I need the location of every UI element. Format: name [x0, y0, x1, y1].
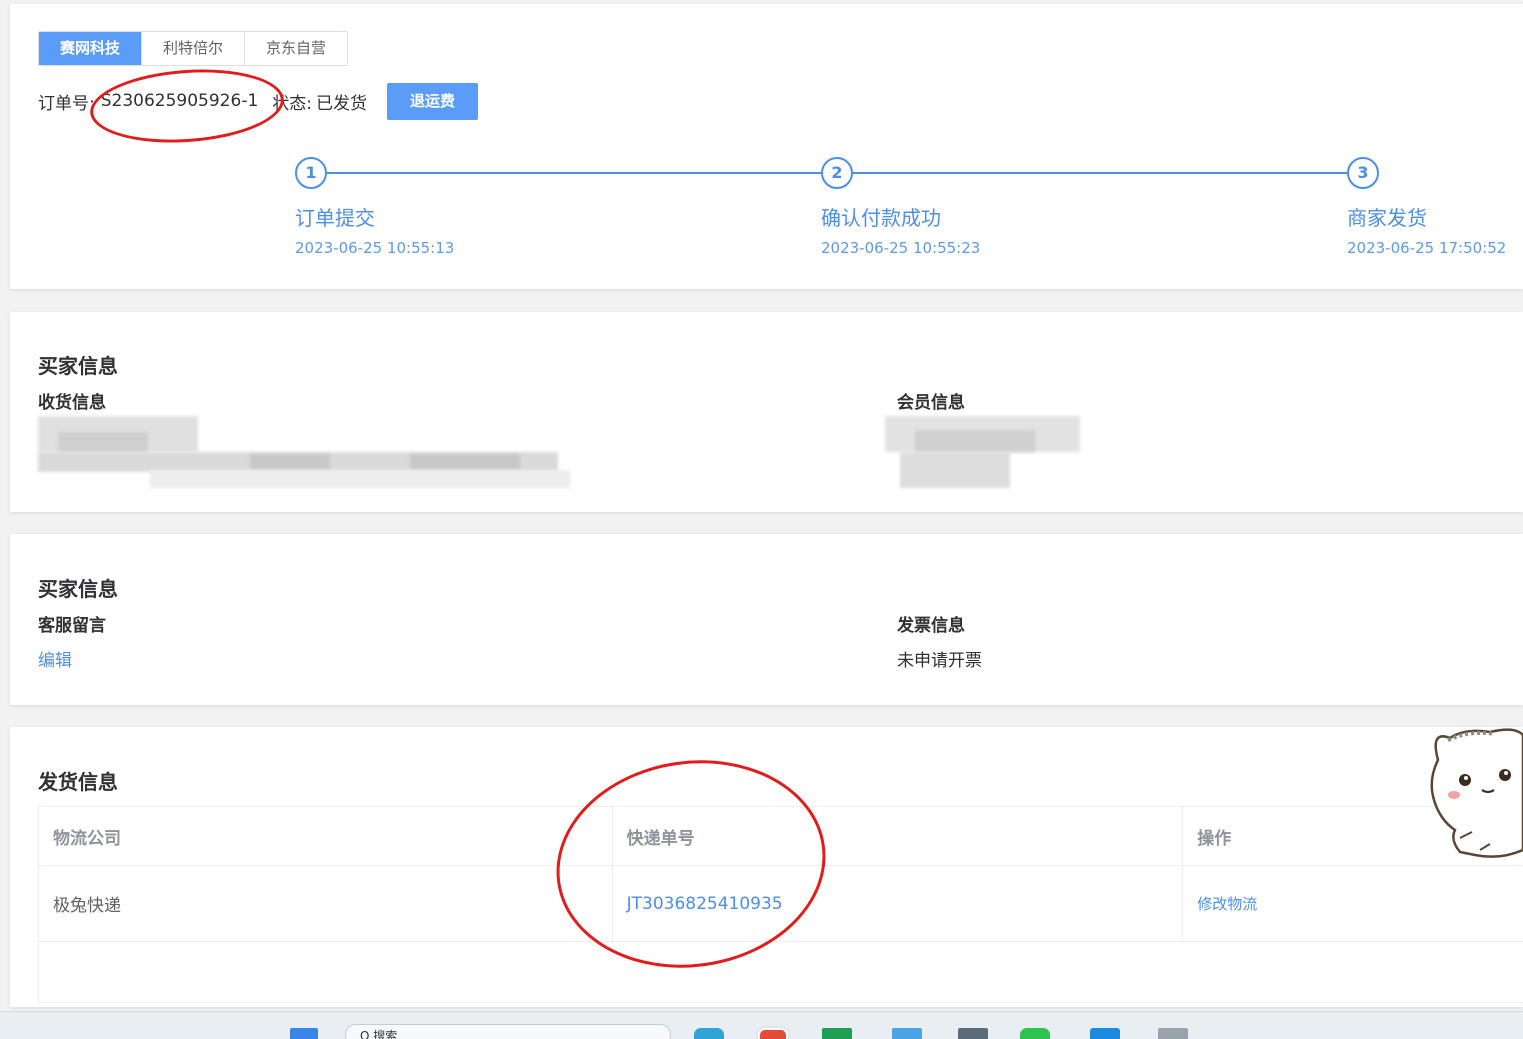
step-connector-1: [327, 172, 822, 174]
windows-taskbar: Q 搜索: [0, 1011, 1523, 1039]
receive-info-label: 收货信息: [38, 393, 106, 413]
invoice-info-value: 未申请开票: [897, 651, 982, 671]
column-header-tracking: 快递单号: [613, 807, 1184, 865]
tracking-number-link[interactable]: JT3036825410935: [613, 866, 1184, 941]
chrome-browser-icon[interactable]: [758, 1028, 788, 1039]
step-2-title: 确认付款成功: [821, 206, 941, 230]
order-summary-card: 赛网科技 利特倍尔 京东自营 订单号: S230625905926-1 状态: …: [10, 4, 1523, 289]
column-header-company: 物流公司: [39, 807, 613, 865]
buyer-info-card: 买家信息 收货信息 会员信息: [10, 312, 1523, 512]
service-info-card: 买家信息 客服留言 编辑 发票信息 未申请开票: [10, 534, 1523, 705]
status-label: 状态:: [272, 93, 313, 114]
edge-browser-icon[interactable]: [694, 1028, 724, 1039]
refund-shipping-button[interactable]: 退运费: [387, 82, 479, 120]
service-note-edit-link[interactable]: 编辑: [38, 646, 72, 671]
step-2-time: 2023-06-25 10:55:23: [821, 239, 981, 257]
table-empty-area: [39, 942, 1523, 1002]
buyer-info-title: 买家信息: [38, 354, 118, 378]
modify-logistics-link[interactable]: 修改物流: [1183, 866, 1523, 941]
shipping-table: 物流公司 快递单号 操作 极兔快递 JT3036825410935 修改物流: [38, 806, 1523, 1003]
app-icon[interactable]: [1090, 1028, 1120, 1039]
step-connector-2: [853, 172, 1348, 174]
table-row: 极兔快递 JT3036825410935 修改物流: [39, 866, 1523, 942]
table-header-row: 物流公司 快递单号 操作: [39, 807, 1523, 866]
order-info-line: 订单号: S230625905926-1 状态: 已发货 退运费: [38, 82, 479, 120]
step-1-circle: 1: [295, 157, 327, 189]
service-note-label: 客服留言: [38, 616, 106, 636]
step-2-circle: 2: [821, 157, 853, 189]
shipping-info-title: 发货信息: [38, 770, 118, 794]
status-value: 已发货: [316, 93, 368, 114]
shop-tab-jd-self[interactable]: 京东自营: [244, 32, 348, 65]
shop-tabs: 赛网科技 利特倍尔 京东自营: [38, 31, 349, 66]
logistics-company-cell: 极兔快递: [39, 866, 613, 941]
calculator-icon[interactable]: [958, 1028, 988, 1039]
cat-sticker-icon: [1430, 728, 1523, 858]
member-info-label: 会员信息: [897, 393, 965, 413]
wechat-icon[interactable]: [1020, 1028, 1050, 1039]
step-1-time: 2023-06-25 10:55:13: [295, 239, 455, 257]
step-3-circle: 3: [1347, 157, 1379, 189]
taskbar-search-input[interactable]: Q 搜索: [345, 1024, 671, 1039]
shipping-info-card: 发货信息 物流公司 快递单号 操作 极兔快递 JT3036825410935 修…: [10, 727, 1523, 1007]
shop-tab-litebeier[interactable]: 利特倍尔: [141, 32, 245, 65]
order-number-label: 订单号:: [38, 93, 95, 114]
step-3-title: 商家发货: [1347, 206, 1427, 230]
excel-icon[interactable]: [822, 1028, 852, 1039]
order-number: S230625905926-1: [100, 91, 259, 111]
invoice-info-label: 发票信息: [897, 616, 965, 636]
notepad-icon[interactable]: [892, 1028, 922, 1039]
app-icon-gray[interactable]: [1158, 1028, 1188, 1039]
shop-tab-saiwang[interactable]: 赛网科技: [39, 32, 142, 65]
windows-start-icon[interactable]: [290, 1028, 318, 1039]
step-1-title: 订单提交: [295, 206, 375, 230]
service-info-title: 买家信息: [38, 577, 118, 601]
step-3-time: 2023-06-25 17:50:52: [1347, 239, 1507, 257]
